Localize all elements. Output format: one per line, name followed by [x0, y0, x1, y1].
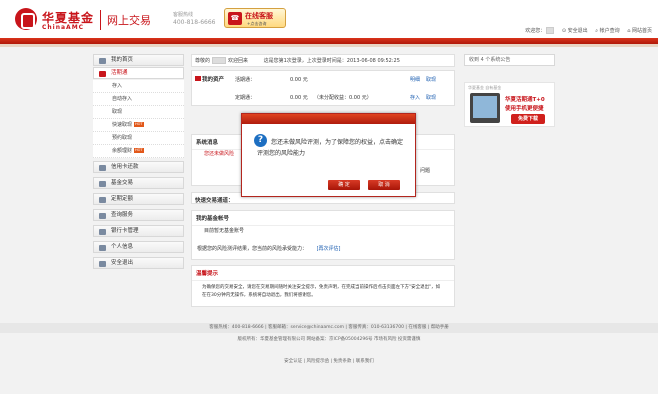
coin-icon — [99, 71, 106, 77]
user-icon — [99, 245, 106, 251]
headset-icon: ☎ — [228, 12, 242, 25]
deposit-link[interactable]: 存入 — [410, 94, 420, 101]
assets-title: 我的资产 — [195, 75, 224, 83]
home-icon — [99, 58, 106, 64]
ad-head: 华夏基金 自有基金 — [468, 85, 502, 90]
sidebar-item-fixed-plan[interactable]: 定期定额 — [93, 193, 184, 205]
welcome-bar: 尊敬的 欢迎回来 这是您第1次登录，上次登录时间是：2013-06-08 09:5… — [191, 54, 455, 67]
system-message-text[interactable]: 您还未做风险 — [204, 150, 234, 157]
re-evaluate-link[interactable]: [再次评估] — [317, 246, 341, 252]
cs-subtitle: +点击咨询 — [247, 21, 267, 26]
account-query-link[interactable]: ⌕ 帐户查询 — [595, 28, 619, 34]
risk-result: 根据您的风险测评结果，您当前的风险承受能力： [再次评估] — [197, 246, 341, 252]
fund-empty-text: 目前暂无基金账号 — [204, 228, 245, 234]
online-service-button[interactable]: ☎ 在线客服 +点击咨询 — [224, 8, 286, 28]
announcement-tab[interactable]: 收到 4 个系统公告 — [464, 54, 555, 66]
power-icon — [99, 261, 106, 267]
sidebar-item-logout[interactable]: 安全退出 — [93, 257, 184, 269]
fund-icon — [99, 181, 106, 187]
hotline-label: 客服热线 — [173, 12, 194, 18]
fund-account-title: 我的基金帐号 — [192, 211, 454, 226]
header-stripe — [0, 44, 658, 47]
phone-icon — [470, 93, 500, 123]
tips-text: 为确保您的交易安全，请您在交易期间随时关注安全提示，免责声明，在完成当前操作后点… — [202, 285, 441, 298]
exit-link[interactable]: ⊙ 安全退出 — [562, 28, 588, 34]
hot-badge: HOT — [134, 148, 144, 153]
hotline-number: 400-818-6666 — [173, 19, 216, 26]
asset-row: 活期通： 0.00 元 明细 取现 — [235, 76, 437, 83]
system-title: 网上交易 — [107, 14, 151, 27]
sidebar-sub-deposit[interactable]: 存入 — [93, 80, 184, 93]
hot-badge: HOT — [134, 122, 144, 127]
tips-panel: 温馨提示 为确保您的交易安全，请您在交易期间随时关注安全提示，免责声明，在完成当… — [191, 265, 455, 307]
bank-card-icon — [99, 229, 106, 235]
header-user-links: 欢迎您： ⊙ 安全退出 ⌕ 帐户查询 ⌂ 网站首页 — [519, 27, 652, 34]
risk-assessment-dialog: ? 您还未做风险评测，为了保障您的权益，点击确定评测您的风险能力 确 定 取 消 — [241, 113, 416, 197]
site-home-link[interactable]: ⌂ 网站首页 — [627, 28, 652, 34]
logo-text-en: ChinaAMC — [42, 24, 85, 31]
sidebar-item-fund-trade[interactable]: 基金交易 — [93, 177, 184, 189]
dialog-message: 您还未做风险评测，为了保障您的权益，点击确定评测您的风险能力 — [257, 139, 404, 157]
fund-account-panel: 我的基金帐号 目前暂无基金账号 根据您的风险测评结果，您当前的风险承受能力： [… — [191, 210, 455, 260]
tips-title: 温馨提示 — [192, 266, 454, 281]
sidebar-item-profile[interactable]: 个人信息 — [93, 241, 184, 253]
header: 华夏基金 ChinaAMC 网上交易 客服热线 400-818-6666 ☎ 在… — [0, 0, 658, 38]
sidebar-sub-withdraw[interactable]: 取现 — [93, 106, 184, 119]
username-box — [546, 27, 555, 34]
refresh-icon — [99, 197, 106, 203]
cs-title: 在线客服 — [245, 12, 273, 20]
username-box — [212, 57, 227, 64]
dialog-header — [242, 114, 415, 124]
detail-link[interactable]: 明细 — [410, 76, 420, 83]
withdraw-link[interactable]: 取现 — [426, 94, 436, 101]
sidebar-item-home[interactable]: 我的首页 — [93, 54, 184, 66]
sidebar-sub-quick-withdraw[interactable]: 快速取现 HOT — [93, 119, 184, 132]
ok-button[interactable]: 确 定 — [328, 180, 360, 190]
footer-copyright: 版权所有：华夏基金管理有限公司 网站备案：京ICP备05004296号 市场有风… — [237, 337, 421, 342]
sidebar-item-current-account[interactable]: 活期通 — [93, 67, 184, 79]
cancel-button[interactable]: 取 消 — [368, 180, 400, 190]
ad-line-1: 华夏活期通T+0 — [505, 97, 545, 103]
header-divider — [100, 10, 101, 30]
sidebar-sub-balance-finance[interactable]: 余额理财 HOT — [93, 145, 184, 158]
welcome-label: 欢迎您： — [525, 28, 546, 34]
footer-links[interactable]: 安全认证 | 风险提示函 | 免责条款 | 联系我们 — [0, 358, 658, 364]
system-message-right: 问题 — [420, 168, 431, 174]
mobile-app-ad[interactable]: 华夏基金 自有基金 华夏活期通T+0 使用手机更便捷 免费下载 — [464, 82, 555, 127]
sidebar: 我的首页 活期通 存入 自动存入 取现 快速取现 HOT 预约取现 余额理财 HOT… — [93, 54, 184, 270]
sidebar-item-query[interactable]: 查询服务 — [93, 209, 184, 221]
last-login-text: 这是您第1次登录，上次登录时间是：2013-06-08 09:52:25 — [263, 58, 400, 64]
sidebar-sub-auto-deposit[interactable]: 自动存入 — [93, 93, 184, 106]
wallet-icon — [195, 76, 201, 81]
sidebar-sub-scheduled-withdraw[interactable]: 预约取现 — [93, 132, 184, 145]
footer-contact-bar: 客服热线：400-818-6666 | 客服邮箱：service@chinaam… — [0, 323, 658, 333]
credit-card-icon — [99, 165, 106, 171]
sidebar-item-bank-card[interactable]: 银行卡管理 — [93, 225, 184, 237]
asset-row: 定期通： 0.00 元 （未分配收益：0.00 元） 存入 取现 — [235, 94, 437, 101]
chinaamc-logo-icon[interactable] — [15, 8, 37, 30]
free-download-button[interactable]: 免费下载 — [511, 114, 545, 124]
ad-line-2: 使用手机更便捷 — [505, 106, 544, 112]
search-icon — [99, 213, 106, 219]
sidebar-item-credit-card[interactable]: 信用卡还款 — [93, 161, 184, 173]
assets-panel: 我的资产 活期通： 0.00 元 明细 取现 定期通： 0.00 元 （未分配收… — [191, 70, 455, 106]
withdraw-link[interactable]: 取现 — [426, 76, 436, 83]
